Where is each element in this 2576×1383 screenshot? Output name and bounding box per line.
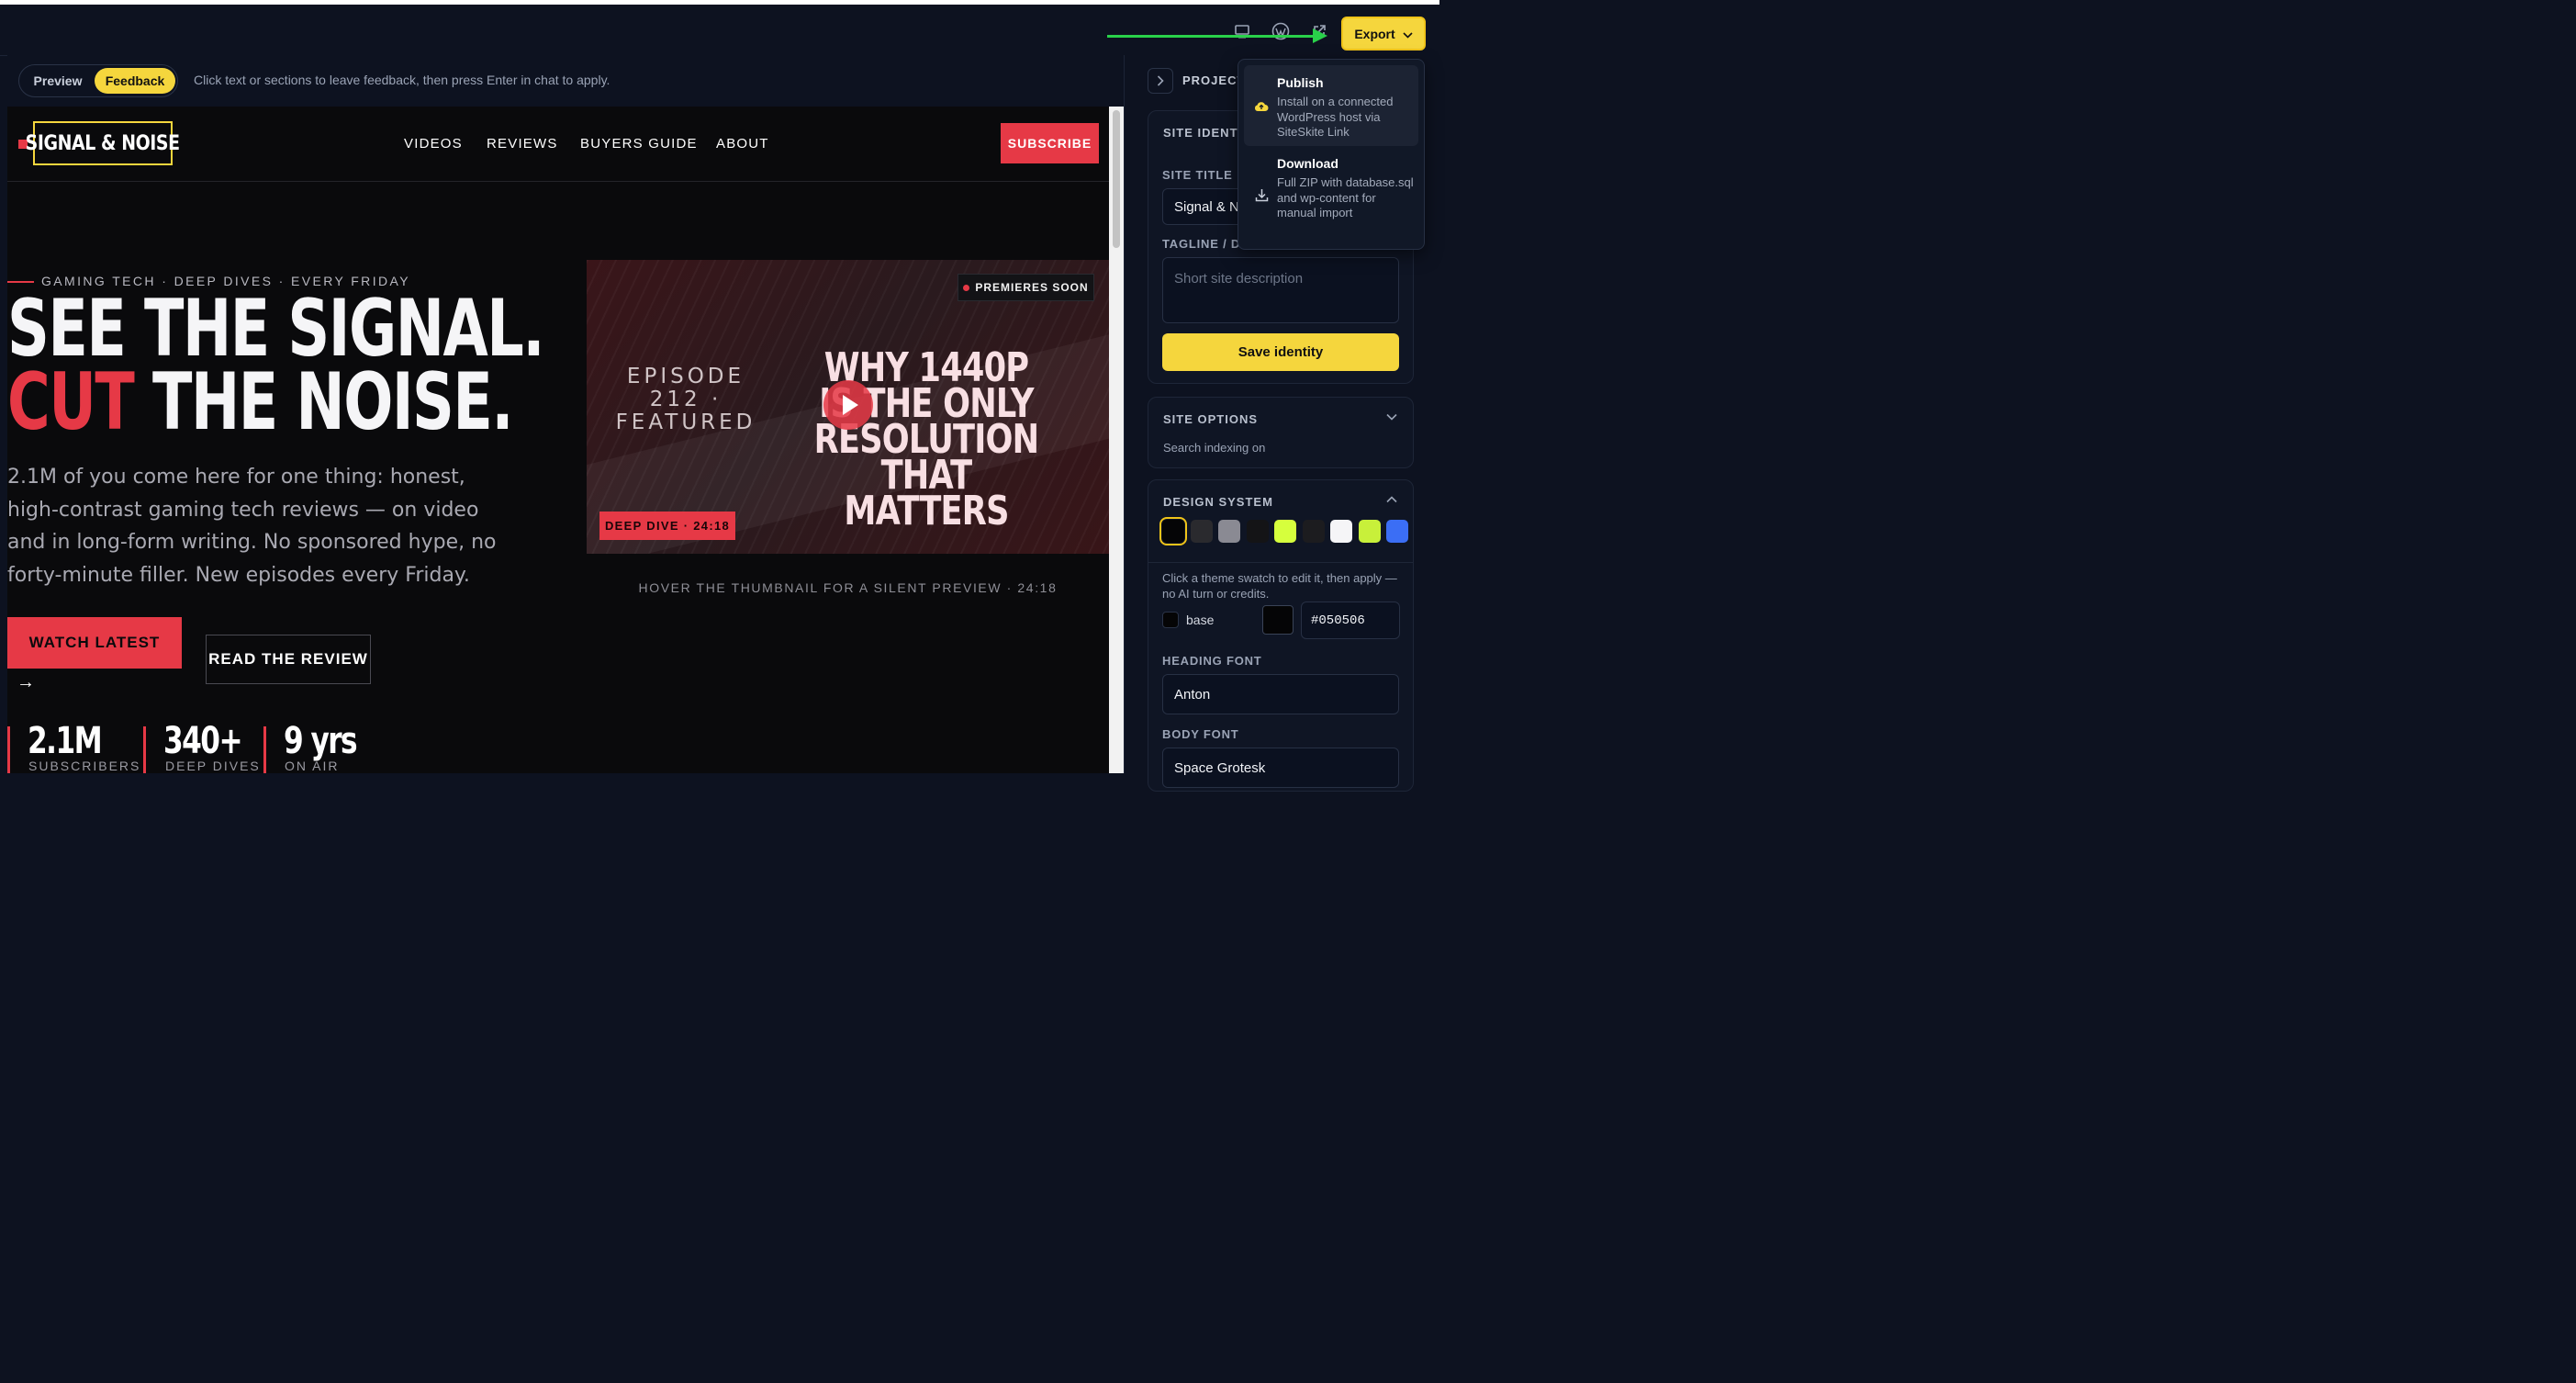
theme-swatch[interactable] [1330, 520, 1352, 543]
logo-text: SIGNAL & NOISE [26, 131, 180, 155]
hero-headline-line-2: CUT THE NOISE. [7, 363, 514, 442]
site-preview: SIGNAL & NOISE VIDEOS REVIEWS BUYERS GUI… [7, 107, 1109, 773]
site-title-label: SITE TITLE [1162, 168, 1233, 182]
token-checkbox[interactable] [1162, 612, 1179, 628]
annotation-arrow [1107, 35, 1316, 38]
site-header: SIGNAL & NOISE VIDEOS REVIEWS BUYERS GUI… [7, 107, 1109, 182]
arrow-right-icon: → [17, 672, 35, 692]
thumbnail-title: WHY 1440P IS THE ONLY RESOLUTION THAT MA… [813, 344, 1039, 534]
publish-title: Publish [1277, 75, 1324, 90]
wordpress-icon[interactable] [1270, 20, 1292, 42]
token-name: base [1186, 613, 1215, 627]
download-title: Download [1277, 156, 1338, 171]
body-font-label: BODY FONT [1162, 727, 1239, 741]
export-button[interactable]: Export [1341, 17, 1426, 51]
headline-accent: CUT [7, 356, 135, 448]
subscribe-button[interactable]: SUBSCRIBE [1001, 123, 1099, 163]
site-logo[interactable]: SIGNAL & NOISE [26, 121, 180, 165]
nav-videos[interactable]: VIDEOS [404, 136, 463, 152]
duration-tag: DEEP DIVE · 24:18 [599, 512, 735, 540]
live-dot-icon [963, 284, 970, 291]
stat-label-subscribers: SUBSCRIBERS [28, 759, 141, 773]
heading-font-input[interactable]: Anton [1162, 674, 1399, 714]
save-identity-button[interactable]: Save identity [1162, 333, 1399, 371]
theme-swatch[interactable] [1302, 520, 1325, 543]
stat-value-subscribers: 2.1M [28, 720, 103, 762]
project-label: PROJECT [1182, 73, 1246, 87]
publish-description: Install on a connected WordPress host vi… [1277, 95, 1394, 139]
top-toolbar: Export [0, 5, 1439, 56]
publish-menu-item[interactable]: Publish Install on a connected WordPress… [1244, 65, 1418, 146]
read-review-button[interactable]: READ THE REVIEW [206, 635, 371, 684]
hex-input[interactable]: #050506 [1301, 602, 1400, 639]
premieres-label: PREMIERES SOON [975, 281, 1089, 294]
annotation-arrow-head [1313, 28, 1327, 43]
thumbnail-caption: HOVER THE THUMBNAIL FOR A SILENT PREVIEW… [638, 580, 1058, 595]
episode-label: EPISODE 212 · FEATURED [615, 365, 756, 434]
design-system-title: DESIGN SYSTEM [1163, 495, 1273, 509]
theme-swatch[interactable] [1386, 520, 1408, 543]
chevron-down-icon [1403, 27, 1413, 41]
nav-buyers-guide[interactable]: BUYERS GUIDE [580, 136, 698, 152]
preview-toolbar: Preview Feedback Click text or sections … [7, 55, 1124, 107]
preview-mode-button[interactable]: Preview [25, 68, 91, 94]
theme-swatch[interactable] [1159, 517, 1187, 545]
feedback-hint: Click text or sections to leave feedback… [194, 73, 610, 87]
stat-label-deep-dives: DEEP DIVES [165, 759, 261, 773]
theme-swatch[interactable] [1190, 520, 1213, 543]
play-icon[interactable] [823, 380, 873, 430]
color-preview[interactable] [1262, 605, 1294, 635]
stat-value-on-air: 9 yrs [284, 720, 358, 762]
heading-font-label: HEADING FONT [1162, 654, 1262, 668]
theme-swatch[interactable] [1274, 520, 1296, 543]
site-options-card[interactable]: SITE OPTIONS Search indexing on [1148, 397, 1414, 468]
download-icon [1253, 186, 1270, 203]
download-menu-item[interactable]: Download Full ZIP with database.sql and … [1244, 150, 1418, 242]
chevron-right-icon [1157, 75, 1164, 86]
panel-divider [1124, 55, 1137, 773]
desktop-view-icon[interactable] [1231, 20, 1253, 42]
stat-divider [7, 726, 10, 773]
cloud-upload-icon [1253, 97, 1270, 114]
feedback-mode-button[interactable]: Feedback [95, 68, 175, 94]
chevron-up-icon[interactable] [1386, 493, 1397, 506]
video-thumbnail[interactable]: PREMIERES SOON EPISODE 212 · FEATURED WH… [587, 260, 1109, 554]
site-options-summary: Search indexing on [1163, 441, 1266, 455]
nav-reviews[interactable]: REVIEWS [487, 136, 558, 152]
body-font-input[interactable]: Space Grotesk [1162, 748, 1399, 788]
stat-divider [143, 726, 146, 773]
site-options-title: SITE OPTIONS [1163, 412, 1259, 426]
hero-headline-line-1: SEE THE SIGNAL. [7, 283, 545, 375]
download-description: Full ZIP with database.sql and wp-conten… [1277, 175, 1414, 219]
swatch-hint: Click a theme swatch to edit it, then ap… [1162, 571, 1397, 601]
theme-swatch[interactable] [1218, 520, 1240, 543]
preview-scrollbar-thumb[interactable] [1113, 110, 1120, 248]
hero-description: 2.1M of you come here for one thing: hon… [7, 466, 497, 587]
export-label: Export [1354, 26, 1395, 41]
theme-swatch[interactable] [1358, 520, 1381, 543]
collapse-panel-button[interactable] [1148, 68, 1173, 94]
watch-latest-button[interactable]: WATCH LATEST [7, 617, 182, 669]
preview-pane: Preview Feedback Click text or sections … [7, 55, 1124, 773]
stat-value-deep-dives: 340+ [163, 720, 243, 762]
headline-rest: THE NOISE. [133, 356, 514, 448]
divider [1148, 562, 1414, 563]
export-menu: Publish Install on a connected WordPress… [1238, 59, 1425, 250]
nav-about[interactable]: ABOUT [716, 136, 769, 152]
stat-label-on-air: ON AIR [285, 759, 340, 773]
theme-swatch[interactable] [1246, 520, 1269, 543]
mode-toggle: Preview Feedback [18, 64, 178, 97]
premieres-badge: PREMIERES SOON [958, 274, 1094, 301]
stat-divider [263, 726, 266, 773]
chevron-down-icon[interactable] [1386, 410, 1397, 423]
tagline-label: TAGLINE / DE [1162, 237, 1249, 251]
tagline-textarea[interactable]: Short site description [1162, 257, 1399, 323]
